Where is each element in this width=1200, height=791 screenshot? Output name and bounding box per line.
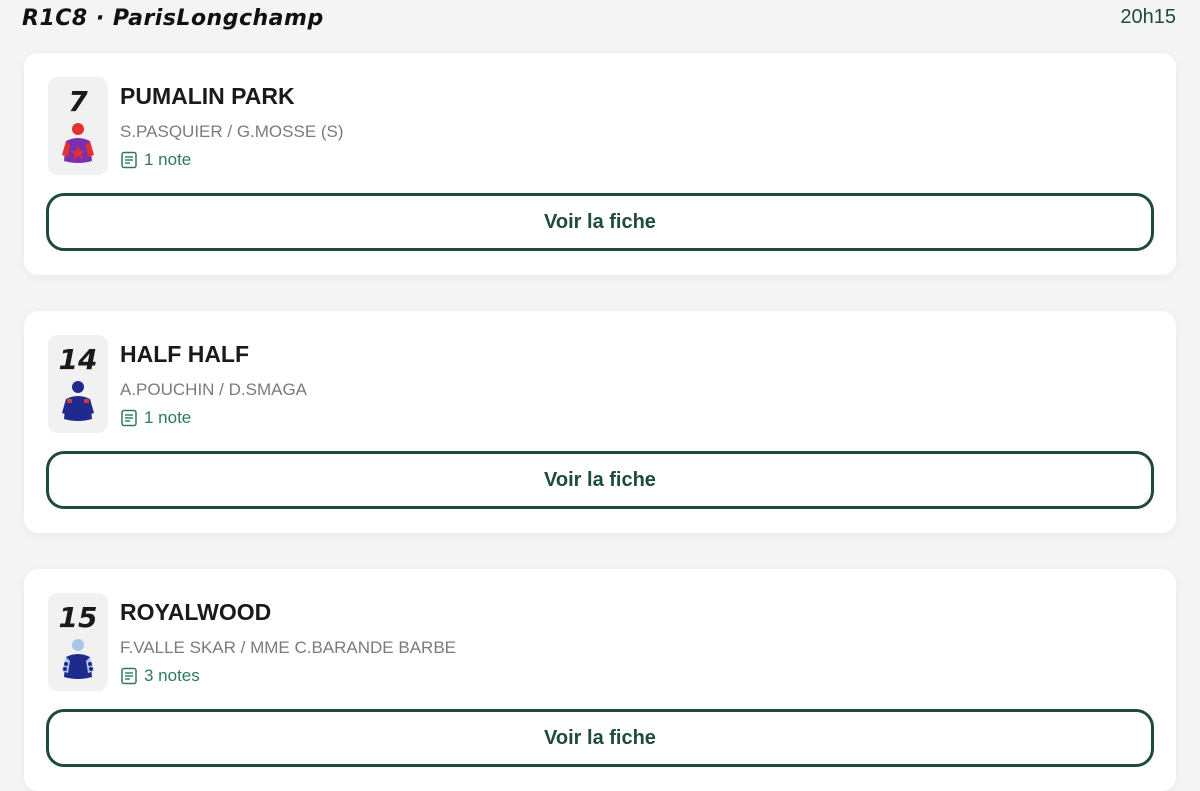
runner-number: 15 [58,601,98,634]
runner-number: 7 [68,85,88,118]
runner-card: 7 PUMALIN PARK S.PASQUIER / G.MOSSE (S) … [24,53,1176,275]
runner-number-badge: 7 [48,77,108,175]
jockey-trainer: S.PASQUIER / G.MOSSE (S) [120,122,344,141]
runner-number-badge: 14 [48,335,108,433]
runner-card: 14 HALF HALF A.POUCHIN / D.SMAGA 1 note … [24,311,1176,533]
runner-number: 14 [58,343,98,376]
voir-fiche-button[interactable]: Voir la fiche [46,451,1154,509]
notes-count: 3 notes [144,666,200,685]
voir-fiche-button[interactable]: Voir la fiche [46,193,1154,251]
notes-link[interactable]: 1 note [120,149,191,171]
notes-link[interactable]: 1 note [120,407,191,429]
race-title: R1C8 · ParisLongchamp [22,6,324,31]
jockey-silk-icon [62,381,94,421]
horse-name: HALF HALF [120,341,250,367]
runner-card: 15 ROYALWOOD F.VALLE SKAR / MME C.BARAND… [24,569,1176,791]
note-icon [121,151,137,169]
voir-fiche-button[interactable]: Voir la fiche [46,709,1154,767]
jockey-trainer: A.POUCHIN / D.SMAGA [120,380,308,399]
notes-count: 1 note [144,150,192,169]
horse-name: ROYALWOOD [120,599,272,625]
race-header: R1C8 · ParisLongchamp 20h15 [0,0,1200,44]
jockey-trainer: F.VALLE SKAR / MME C.BARANDE BARBE [120,638,456,657]
jockey-silk-icon [62,639,94,679]
horse-name: PUMALIN PARK [120,83,295,109]
note-icon [121,409,137,427]
jockey-silk-icon [62,123,94,163]
runner-number-badge: 15 [48,593,108,691]
note-icon [121,667,137,685]
race-time: 20h15 [1120,6,1176,28]
notes-count: 1 note [144,408,192,427]
notes-link[interactable]: 3 notes [120,665,200,687]
